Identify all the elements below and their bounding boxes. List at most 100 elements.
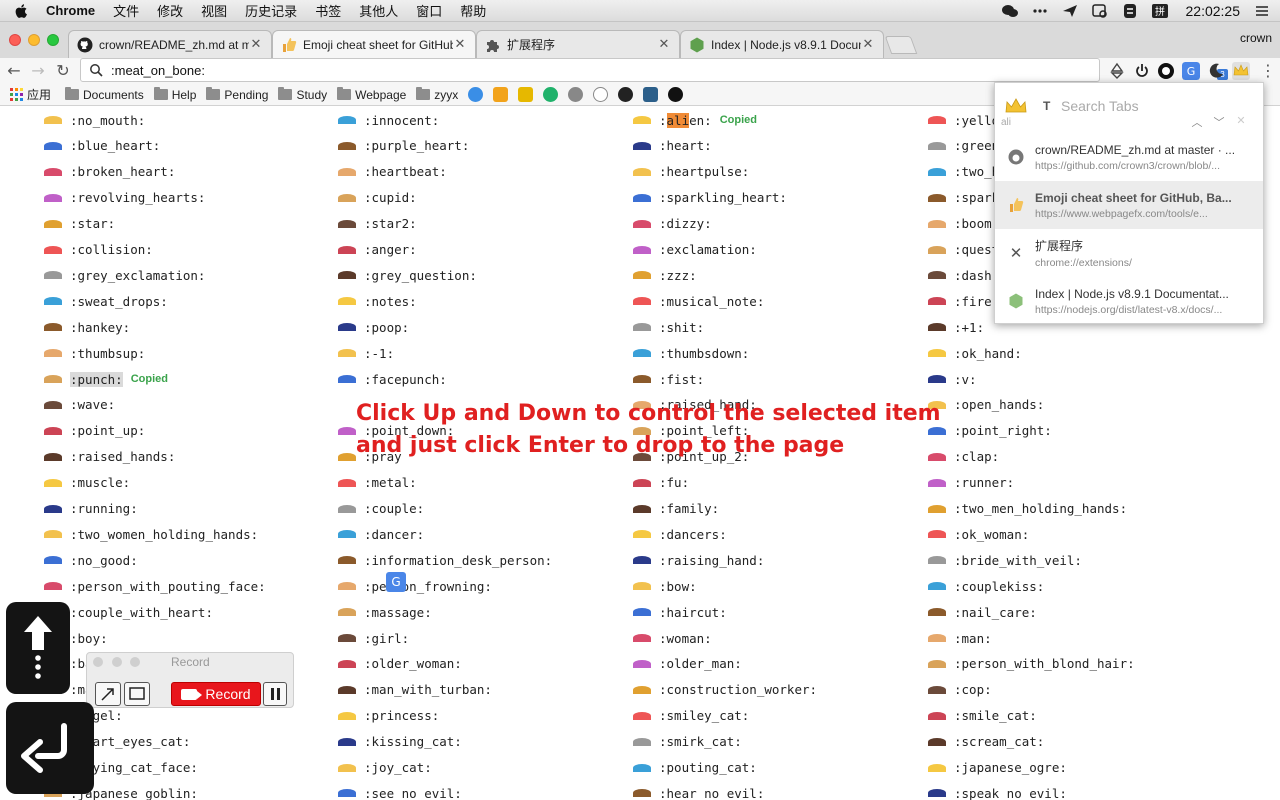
- emoji-row[interactable]: :raised_hands:: [44, 444, 175, 470]
- emoji-row[interactable]: :raising_hand:: [633, 547, 764, 573]
- chevron-up-icon[interactable]: ︿: [1189, 114, 1205, 130]
- emoji-row[interactable]: :nail_care:: [928, 599, 1037, 625]
- cloud-bookmark-icon[interactable]: [468, 87, 484, 102]
- emoji-row[interactable]: :dancers:: [633, 521, 727, 547]
- emoji-row[interactable]: :ok_hand:: [928, 340, 1022, 366]
- emoji-row[interactable]: :woman:: [633, 625, 712, 651]
- emoji-row[interactable]: :star2:: [338, 211, 417, 237]
- chrome-menu-icon[interactable]: ⋮: [1258, 61, 1278, 81]
- emoji-row[interactable]: :dizzy:: [633, 211, 712, 237]
- emoji-row[interactable]: :broken_heart:: [44, 159, 175, 185]
- clipboard-icon[interactable]: [1122, 4, 1138, 18]
- emoji-row[interactable]: :muscle:: [44, 470, 130, 496]
- tab-extensions[interactable]: 扩展程序 ✕: [476, 30, 680, 58]
- record-window-zoom[interactable]: [130, 657, 140, 667]
- new-tab-button[interactable]: [884, 36, 918, 54]
- emoji-row[interactable]: :two_women_holding_hands:: [44, 521, 258, 547]
- emoji-row[interactable]: :haircut:: [633, 599, 727, 625]
- emoji-row[interactable]: :heartpulse:: [633, 159, 749, 185]
- emoji-row[interactable]: :wave:: [44, 392, 115, 418]
- emoji-row[interactable]: :blue_heart:: [44, 133, 160, 159]
- profile-name[interactable]: crown: [1240, 31, 1272, 45]
- menu-help[interactable]: 帮助: [460, 1, 486, 20]
- emoji-row[interactable]: :older_man:: [633, 651, 742, 677]
- tab-result-extensions[interactable]: ✕ 扩展程序 chrome://extensions/: [995, 229, 1263, 277]
- record-circle-icon[interactable]: [1157, 62, 1175, 80]
- emoji-row[interactable]: :anger:: [338, 237, 417, 263]
- emoji-row[interactable]: :family:: [633, 496, 719, 522]
- emoji-row[interactable]: :cop:: [928, 677, 992, 703]
- emoji-row[interactable]: :shit:: [633, 314, 704, 340]
- minimize-window-button[interactable]: [28, 34, 40, 46]
- power-icon[interactable]: [1133, 62, 1151, 80]
- emoji-row[interactable]: :runner:: [928, 470, 1014, 496]
- emoji-row[interactable]: :person_with_blond_hair:: [928, 651, 1135, 677]
- input-method-icon[interactable]: 拼: [1151, 4, 1168, 18]
- emoji-row[interactable]: :purple_heart:: [338, 133, 469, 159]
- tab-result-nodejs[interactable]: Index | Node.js v8.9.1 Documentat... http…: [995, 277, 1263, 325]
- record-button[interactable]: Record: [171, 682, 261, 706]
- emoji-row[interactable]: :information_desk_person:: [338, 547, 552, 573]
- clear-search-icon[interactable]: ✕: [1233, 114, 1249, 127]
- close-icon[interactable]: ✕: [657, 37, 671, 52]
- emoji-row[interactable]: :kissing_cat:: [338, 729, 462, 755]
- translate-bubble-icon[interactable]: G: [386, 572, 406, 592]
- emoji-row[interactable]: :bow:: [633, 573, 697, 599]
- shield-bookmark-icon[interactable]: [593, 87, 609, 102]
- emoji-row[interactable]: :pouting_cat:: [633, 755, 757, 781]
- emoji-row[interactable]: :alien: Copied: [633, 107, 757, 133]
- emoji-row[interactable]: :grey_exclamation:: [44, 262, 205, 288]
- emoji-row[interactable]: :ok_woman:: [928, 521, 1029, 547]
- bookmark-folder-help[interactable]: Help: [153, 87, 196, 102]
- emoji-row[interactable]: :innocent:: [338, 107, 439, 133]
- menu-window[interactable]: 窗口: [416, 1, 442, 20]
- apple-icon[interactable]: [14, 3, 30, 19]
- crown-extension-icon[interactable]: [1232, 62, 1250, 80]
- bookmark-folder-study[interactable]: Study: [278, 87, 327, 102]
- emoji-row[interactable]: :girl:: [338, 625, 409, 651]
- emoji-row[interactable]: :heartbeat:: [338, 159, 447, 185]
- yellow-bookmark-icon[interactable]: [518, 87, 534, 102]
- emoji-row[interactable]: :fist:: [633, 366, 704, 392]
- emoji-row[interactable]: :joy_cat:: [338, 755, 432, 781]
- bookmark-folder-pending[interactable]: Pending: [206, 87, 268, 102]
- emoji-row[interactable]: :smiley_cat:: [633, 703, 749, 729]
- zoom-window-button[interactable]: [47, 34, 59, 46]
- emoji-row[interactable]: :massage:: [338, 599, 432, 625]
- emoji-row[interactable]: :cupid:: [338, 185, 417, 211]
- tab-result-emoji[interactable]: Emoji cheat sheet for GitHub, Ba... https…: [995, 181, 1263, 229]
- record-window-minimize[interactable]: [112, 657, 122, 667]
- tab-emoji-cheat-sheet[interactable]: Emoji cheat sheet for GitHub, B ✕: [272, 30, 476, 58]
- list-menu-icon[interactable]: [1254, 4, 1270, 18]
- emoji-row[interactable]: :open_hands:: [928, 392, 1044, 418]
- bookmark-folder-zyyx[interactable]: zyyx: [416, 87, 458, 102]
- green-bookmark-icon[interactable]: [543, 87, 559, 102]
- emoji-row[interactable]: :man:: [928, 625, 992, 651]
- omnibox-input[interactable]: [111, 62, 1011, 78]
- recycle-extension-icon[interactable]: [1108, 62, 1126, 80]
- wechat-icon[interactable]: [1001, 4, 1018, 18]
- close-icon[interactable]: ✕: [453, 37, 467, 52]
- emoji-row[interactable]: :hankey:: [44, 314, 130, 340]
- menu-file[interactable]: 文件: [113, 1, 139, 20]
- emoji-row[interactable]: :fu:: [633, 470, 689, 496]
- settings-bookmark-icon[interactable]: [568, 87, 584, 102]
- emoji-row[interactable]: :man_with_turban:: [338, 677, 492, 703]
- app-menu-chrome[interactable]: Chrome: [46, 3, 95, 18]
- pause-button[interactable]: [263, 682, 287, 706]
- emoji-row[interactable]: :exclamation:: [633, 237, 757, 263]
- close-window-button[interactable]: [9, 34, 21, 46]
- emoji-row[interactable]: :notes:: [338, 288, 417, 314]
- github-bookmark-icon[interactable]: [618, 87, 634, 102]
- emoji-row[interactable]: :collision:: [44, 237, 153, 263]
- menu-history[interactable]: 历史记录: [245, 1, 297, 20]
- emoji-row[interactable]: :thumbsdown:: [633, 340, 749, 366]
- tab-github-readme[interactable]: crown/README_zh.md at mast ✕: [68, 30, 272, 58]
- bookmark-apps[interactable]: 应用: [10, 86, 51, 103]
- emoji-row[interactable]: :musical_note:: [633, 288, 764, 314]
- send-icon[interactable]: [1062, 4, 1078, 18]
- dark-bookmark-icon[interactable]: [668, 87, 684, 102]
- emoji-row[interactable]: :boom:: [928, 211, 999, 237]
- emoji-row[interactable]: :no_mouth:: [44, 107, 145, 133]
- tab-nodejs-docs[interactable]: Index | Node.js v8.9.1 Documen ✕: [680, 30, 884, 58]
